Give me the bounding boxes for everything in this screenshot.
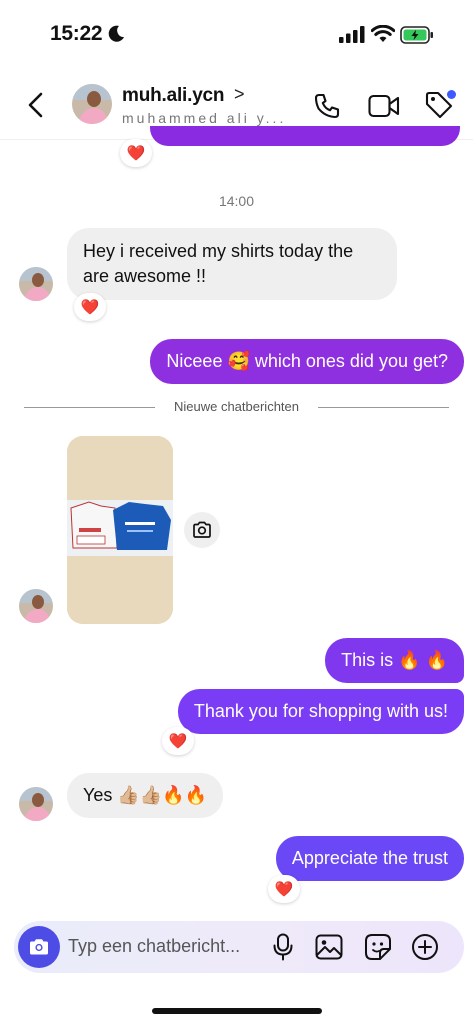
message-composer: Typ een chatbericht... (14, 921, 464, 973)
message-input[interactable]: Typ een chatbericht... (68, 936, 240, 957)
shared-photo[interactable] (67, 436, 173, 624)
incoming-message[interactable]: Yes 👍🏼👍🏼🔥🔥 (67, 773, 224, 818)
message-line: are awesome !! (83, 266, 207, 286)
incoming-message[interactable]: Hey i received my shirts today the are a… (67, 228, 397, 300)
signal-icon (339, 26, 365, 43)
message-line: Hey i received my shirts today the (83, 241, 354, 261)
divider-line-right (318, 407, 449, 408)
status-time: 15:22 (50, 22, 103, 45)
composer-camera-button[interactable] (18, 926, 60, 968)
outgoing-message[interactable]: Thank you for shopping with us! (177, 689, 464, 734)
outgoing-message[interactable]: This is 🔥 🔥 (325, 638, 464, 683)
plus-icon[interactable] (411, 933, 439, 961)
outgoing-message[interactable]: Appreciate the trust (275, 836, 464, 881)
heart-reaction-emoji: ❤️ (80, 299, 100, 316)
notification-dot (447, 90, 456, 99)
mic-icon[interactable] (272, 933, 294, 961)
camera-icon (193, 521, 211, 538)
sender-avatar[interactable] (19, 589, 53, 623)
status-bar: 15:22 (0, 0, 473, 70)
heart-reaction[interactable]: ❤️ (74, 293, 106, 321)
camera-icon (30, 939, 48, 955)
back-icon[interactable] (26, 92, 48, 118)
thread-timestamp: 14:00 (218, 193, 255, 209)
contact-avatar[interactable] (72, 84, 112, 124)
chevron-right-icon[interactable]: > (234, 84, 245, 105)
wifi-icon (371, 25, 395, 42)
sender-avatar[interactable] (19, 267, 53, 301)
heart-reaction-emoji: ❤️ (126, 145, 146, 162)
video-icon[interactable] (368, 93, 400, 119)
sticker-icon[interactable] (364, 933, 392, 961)
home-indicator[interactable] (152, 1008, 322, 1014)
call-icon[interactable] (313, 92, 341, 120)
heart-reaction[interactable]: ❤️ (162, 727, 194, 755)
gallery-icon[interactable] (315, 934, 343, 960)
moon-icon (108, 25, 124, 42)
save-photo-button[interactable] (184, 512, 220, 548)
heart-reaction[interactable]: ❤️ (268, 875, 300, 903)
sender-avatar[interactable] (19, 787, 53, 821)
outgoing-message[interactable]: Niceee 🥰 which ones did you get? (150, 339, 464, 384)
chat-screen: 15:22 muh.ali.ycn > muhammed ali y... ❤️… (0, 0, 473, 1024)
battery-icon (400, 26, 433, 44)
heart-reaction-emoji: ❤️ (168, 733, 188, 750)
contact-username[interactable]: muh.ali.ycn (122, 85, 225, 107)
heart-reaction-emoji: ❤️ (274, 881, 294, 898)
heart-reaction[interactable]: ❤️ (120, 139, 152, 167)
previous-message-bubble[interactable] (150, 126, 460, 146)
contact-full-name: muhammed ali y... (122, 110, 287, 126)
